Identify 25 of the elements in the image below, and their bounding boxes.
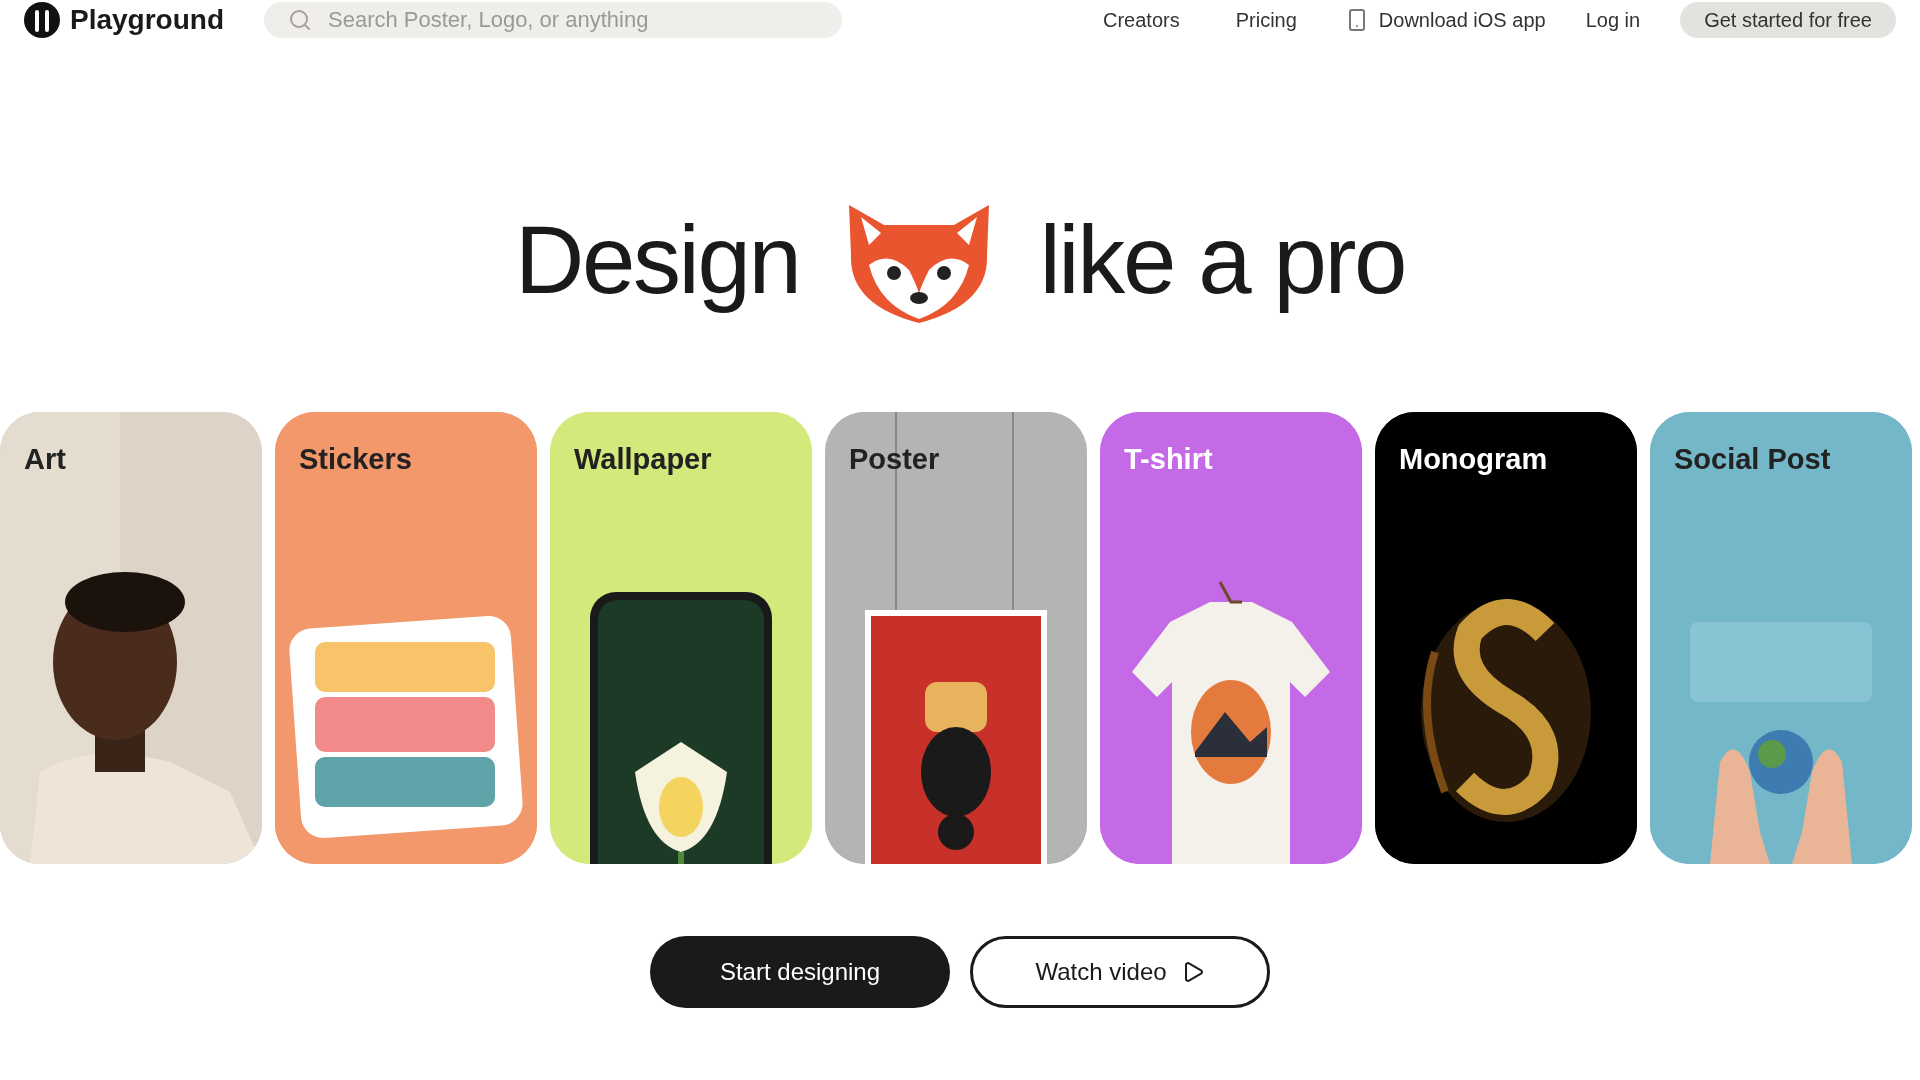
nav-link[interactable]: Creators xyxy=(1103,5,1180,35)
category-card[interactable]: Monogram xyxy=(1375,412,1637,864)
category-card[interactable]: Social Post xyxy=(1650,412,1912,864)
category-card[interactable]: Poster xyxy=(825,412,1087,864)
card-label: Art xyxy=(24,442,66,477)
card-label: T-shirt xyxy=(1124,442,1213,477)
watch-video-button[interactable]: Watch video xyxy=(970,936,1270,1008)
card-label: Social Post xyxy=(1674,442,1831,477)
hero-heading: Design xyxy=(515,205,800,315)
nav-link[interactable]: Pricing xyxy=(1235,5,1297,35)
category-card[interactable]: Wallpaper xyxy=(550,412,812,864)
hero-heading: like a pro xyxy=(1039,205,1405,315)
download-app-link[interactable]: Download iOS app xyxy=(1344,5,1546,35)
category-card[interactable]: Art xyxy=(0,412,262,864)
get-started-button[interactable]: Get started for free xyxy=(1680,2,1896,38)
search-field[interactable]: Search Poster, Logo, or anything xyxy=(264,2,842,38)
brand-name[interactable]: Playground xyxy=(70,0,224,41)
login-link[interactable]: Log in xyxy=(1585,5,1641,35)
start-designing-button[interactable]: Start designing xyxy=(650,936,950,1008)
card-label: Wallpaper xyxy=(574,442,712,477)
category-card[interactable]: Stickers xyxy=(275,412,537,864)
search-icon xyxy=(288,8,312,32)
card-label: Stickers xyxy=(299,442,412,477)
card-label: Poster xyxy=(849,442,940,477)
card-label: Monogram xyxy=(1399,442,1548,477)
